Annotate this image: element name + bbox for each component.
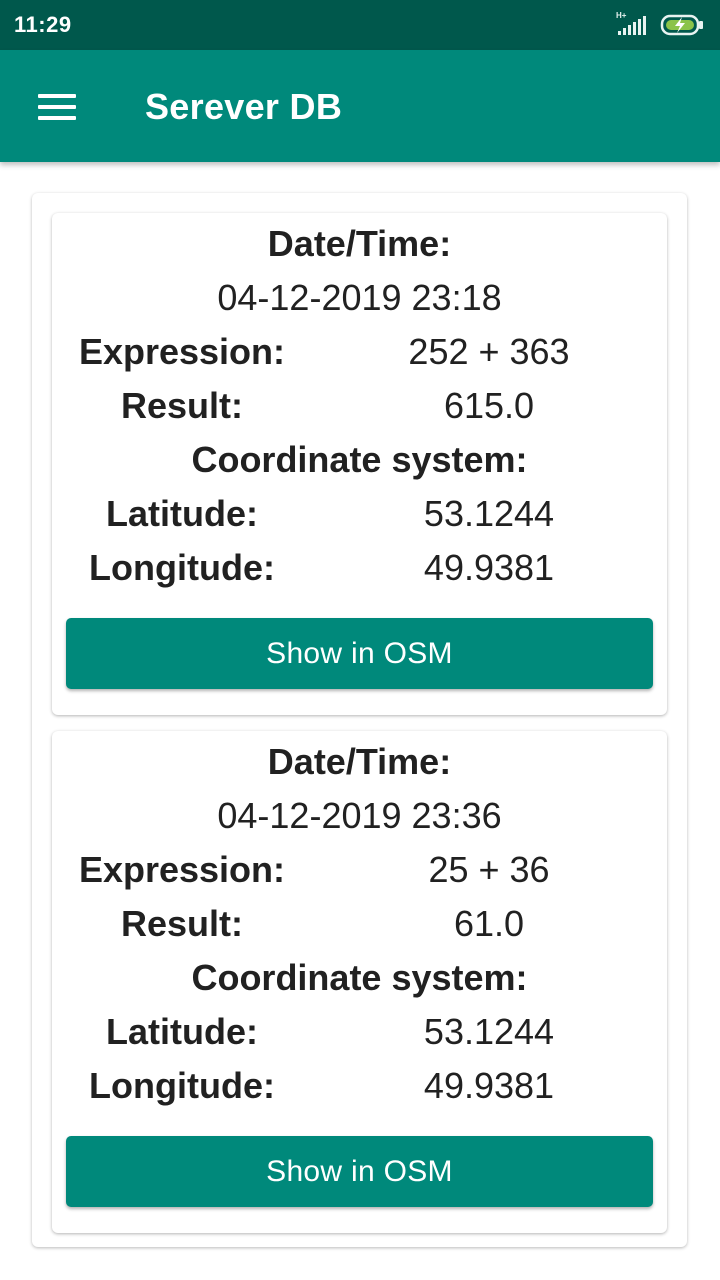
app-title: Serever DB <box>145 86 343 127</box>
network-type-label: H+ <box>616 11 627 20</box>
show-in-osm-button[interactable]: Show in OSM <box>66 1136 653 1207</box>
status-icons: H+ <box>616 10 706 40</box>
latitude-label: Latitude: <box>106 1011 258 1052</box>
show-in-osm-button[interactable]: Show in OSM <box>66 618 653 689</box>
latitude-value: 53.1244 <box>423 1011 555 1052</box>
coordinate-system-label: Coordinate system: <box>191 439 528 480</box>
latitude-label: Latitude: <box>106 493 258 534</box>
coordinate-system-label: Coordinate system: <box>191 957 528 998</box>
result-label: Result: <box>120 385 243 426</box>
datetime-label: Date/Time: <box>267 741 452 782</box>
longitude-value: 49.9381 <box>423 1065 555 1106</box>
expression-label: Expression: <box>78 849 286 890</box>
result-value: 61.0 <box>453 903 525 944</box>
expression-value: 25 + 36 <box>428 849 550 890</box>
result-value: 615.0 <box>443 385 535 426</box>
datetime-value: 04-12-2019 23:18 <box>217 277 502 318</box>
longitude-value: 49.9381 <box>423 547 555 588</box>
expression-label: Expression: <box>78 331 286 372</box>
result-label: Result: <box>120 903 243 944</box>
record-card: Date/Time: 04-12-2019 23:18 Expression: … <box>52 213 667 715</box>
records-list[interactable]: Date/Time: 04-12-2019 23:18 Expression: … <box>32 193 687 1247</box>
latitude-value: 53.1244 <box>423 493 555 534</box>
expression-value: 252 + 363 <box>408 331 570 372</box>
longitude-label: Longitude: <box>89 547 275 588</box>
status-time: 11:29 <box>14 12 72 37</box>
datetime-label: Date/Time: <box>267 223 452 264</box>
record-card: Date/Time: 04-12-2019 23:36 Expression: … <box>52 731 667 1233</box>
hamburger-menu-icon[interactable] <box>38 94 76 120</box>
battery-charging-icon <box>660 11 706 39</box>
datetime-value: 04-12-2019 23:36 <box>217 795 502 836</box>
app-bar: Serever DB <box>0 50 720 162</box>
signal-icon: H+ <box>616 11 652 39</box>
longitude-label: Longitude: <box>89 1065 275 1106</box>
status-bar: 11:29 H+ <box>0 0 720 50</box>
